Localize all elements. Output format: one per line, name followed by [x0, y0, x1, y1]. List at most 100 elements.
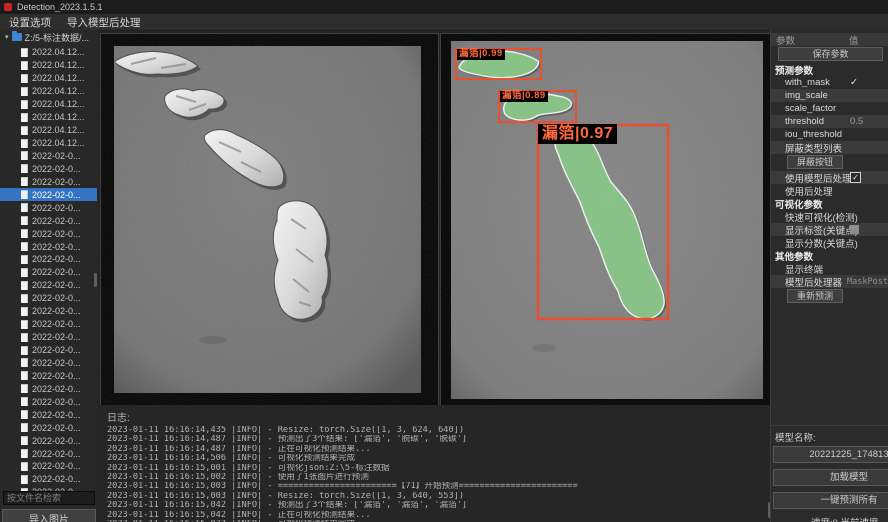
param-row-use-post[interactable]: 使用后处理 — [771, 184, 888, 197]
file-tree-item[interactable]: 2022-02-0... — [0, 382, 97, 395]
file-tree-item[interactable]: 2022-02-0... — [0, 292, 97, 305]
param-row-img-scale[interactable]: img_scale — [771, 89, 888, 102]
param-row-show-score[interactable]: 显示分数(关键点) — [771, 236, 888, 249]
param-row-mask-type-list[interactable]: 屏蔽类型列表 — [771, 141, 888, 154]
file-icon — [21, 164, 28, 173]
file-label: 2022-02-0... — [32, 319, 81, 329]
file-tree-item[interactable]: 2022-02-0... — [0, 395, 97, 408]
file-label: 2022-02-0... — [32, 293, 81, 303]
log-line: 2023-01-11 16:16:15,042 |INFO| - 正在可视化预测… — [107, 511, 775, 520]
file-tree-item[interactable]: 2022-02-0... — [0, 150, 97, 163]
raw-image — [101, 34, 438, 406]
file-tree-item[interactable]: 2022.04.12... — [0, 137, 97, 150]
file-tree-item[interactable]: 2022-02-0... — [0, 253, 97, 266]
file-icon — [21, 216, 28, 225]
file-label: 2022.04.12... — [32, 138, 85, 148]
file-tree-item[interactable]: 2022-02-0... — [0, 344, 97, 357]
file-icon — [21, 410, 28, 419]
param-row-iou-threshold[interactable]: iou_threshold — [771, 128, 888, 141]
file-tree-item[interactable]: 2022-02-0... — [0, 305, 97, 318]
file-icon — [21, 203, 28, 212]
file-tree-item[interactable]: 2022.04.12... — [0, 59, 97, 72]
section-other-params: 其他参数 — [771, 249, 888, 262]
file-tree-item[interactable]: 2022-02-0... — [0, 331, 97, 344]
log-line: 2023-01-11 16:16:14,487 |INFO| - 预测出了3个结… — [107, 435, 775, 444]
repredict-button[interactable]: 重新预测 — [787, 289, 843, 303]
param-row-quick-visual[interactable]: 快速可视化(检测) — [771, 210, 888, 223]
file-icon — [21, 61, 28, 70]
detection-label-2: 漏箔|0.89 — [500, 91, 548, 102]
param-row-show-label[interactable]: 显示标签(关键点) — [771, 223, 888, 236]
file-tree-item[interactable]: 2022-02-0... — [0, 460, 97, 473]
file-icon — [21, 307, 28, 316]
file-tree-item[interactable]: 2022.04.12... — [0, 124, 97, 137]
use-model-post-checkbox[interactable]: ✓ — [850, 172, 861, 183]
file-label: 2022-02-0... — [32, 164, 81, 174]
file-tree-item[interactable]: 2022.04.12... — [0, 85, 97, 98]
file-label: 2022-02-0... — [32, 254, 81, 264]
param-row-model-post-processor[interactable]: 模型后处理器 MaskPostPro — [771, 275, 888, 288]
file-icon — [21, 333, 28, 342]
file-tree-item[interactable]: 2022-02-0... — [0, 357, 97, 370]
file-tree-item[interactable]: 2022-02-0... — [0, 227, 97, 240]
file-tree-item[interactable]: 2022-02-0... — [0, 188, 97, 201]
parameter-panel: 参数 值 保存参数 预测参数 with_mask ✓ img_scale sca… — [770, 30, 888, 522]
param-row-scale-factor[interactable]: scale_factor — [771, 102, 888, 115]
file-icon — [21, 255, 28, 264]
predict-all-button[interactable]: 一键预测所有 — [773, 492, 888, 509]
file-tree-item[interactable]: 2022-02-0... — [0, 421, 97, 434]
tree-root-folder[interactable]: ▾ Z:/5-标注数据/... — [0, 30, 97, 44]
file-tree-item[interactable]: 2022-02-0... — [0, 175, 97, 188]
file-tree-item[interactable]: 2022-02-0... — [0, 473, 97, 486]
threshold-value[interactable]: 0.5 — [850, 116, 863, 127]
file-icon — [21, 139, 28, 148]
file-label: 2022-02-0... — [32, 410, 81, 420]
file-icon — [21, 346, 28, 355]
result-image-viewer[interactable]: 漏箔|0.99 漏箔|0.89 漏箔|0.97 — [440, 33, 772, 407]
sidebar-scrollbar[interactable] — [94, 273, 97, 287]
file-tree-item[interactable]: 2022-02-0... — [0, 369, 97, 382]
model-post-processor-value[interactable]: MaskPostPro — [847, 277, 888, 287]
file-label: 2022-02-0... — [32, 242, 81, 252]
file-tree-item[interactable]: 2022-02-0... — [0, 162, 97, 175]
mask-button[interactable]: 屏蔽按钮 — [787, 155, 843, 169]
menu-settings[interactable]: 设置选项 — [9, 15, 51, 30]
import-image-button[interactable]: 导入图片 — [2, 509, 96, 522]
with-mask-check[interactable]: ✓ — [850, 77, 858, 88]
file-tree-item[interactable]: 2022.04.12... — [0, 72, 97, 85]
file-icon — [21, 371, 28, 380]
log-line: 2023-01-11 16:16:15,042 |INFO| - 预测出了3个结… — [107, 501, 775, 510]
expander-icon[interactable]: ▾ — [5, 33, 9, 41]
file-tree-item[interactable]: 2022-02-0... — [0, 279, 97, 292]
file-tree-item[interactable]: 2022.04.12... — [0, 46, 97, 59]
model-name-field[interactable]: 20221225_174813 — [773, 446, 888, 463]
save-params-button[interactable]: 保存参数 — [778, 47, 883, 61]
param-row-with-mask[interactable]: with_mask ✓ — [771, 76, 888, 89]
param-row-show-terminal[interactable]: 显示终端 — [771, 262, 888, 275]
file-label: 2022.04.12... — [32, 125, 85, 135]
detection-label-3: 漏箔|0.97 — [538, 124, 617, 144]
file-tree-item[interactable]: 2022-02-0... — [0, 318, 97, 331]
show-label-checkbox[interactable] — [850, 225, 859, 234]
file-icon — [21, 475, 28, 484]
file-tree-item[interactable]: 2022.04.12... — [0, 111, 97, 124]
file-label: 2022-02-0... — [32, 461, 81, 471]
menu-import-postprocess[interactable]: 导入模型后处理 — [67, 15, 141, 30]
param-row-use-model-post[interactable]: 使用模型后处理 ✓ — [771, 171, 888, 184]
file-tree-item[interactable]: 2022-02-0... — [0, 240, 97, 253]
log-lines: 2023-01-11 16:16:14,435 |INFO| - Resize:… — [107, 426, 775, 522]
file-tree-item[interactable]: 2022-02-0... — [0, 214, 97, 227]
file-tree-item[interactable]: 2022-02-0... — [0, 266, 97, 279]
file-tree-item[interactable]: 2022-02-0... — [0, 201, 97, 214]
file-tree-item[interactable]: 2022.04.12... — [0, 98, 97, 111]
raw-image-viewer[interactable] — [100, 33, 439, 407]
tree-root-label: Z:/5-标注数据/... — [25, 31, 90, 44]
file-tree-sidebar: ▾ Z:/5-标注数据/... 2022.04.12... 2022.04.12… — [0, 30, 97, 522]
load-model-button[interactable]: 加载模型 — [773, 469, 888, 486]
file-tree-item[interactable]: 2022-02-0... — [0, 447, 97, 460]
file-tree-item[interactable]: 2022-02-0... — [0, 434, 97, 447]
search-input[interactable] — [3, 491, 95, 505]
param-row-threshold[interactable]: threshold 0.5 — [771, 115, 888, 128]
file-tree-item[interactable]: 2022-02-0... — [0, 408, 97, 421]
file-label: 2022-02-0... — [32, 280, 81, 290]
